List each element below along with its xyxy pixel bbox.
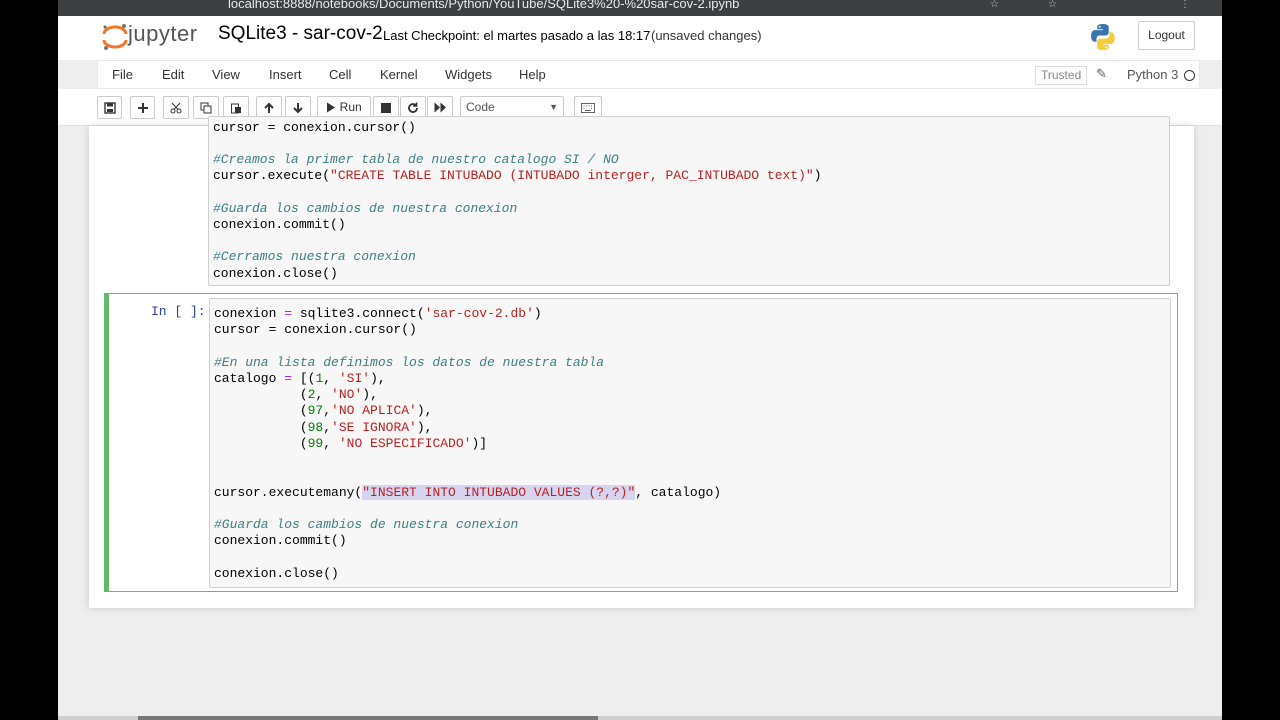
kernel-idle-indicator bbox=[1184, 70, 1195, 81]
menubar: File Edit View Insert Cell Kernel Widget… bbox=[97, 60, 1200, 89]
arrow-down-icon bbox=[293, 102, 303, 114]
trusted-badge[interactable]: Trusted bbox=[1035, 66, 1088, 85]
paste-icon bbox=[231, 103, 241, 114]
insert-cell-button[interactable] bbox=[130, 96, 155, 119]
code-line: (97,'NO APLICA'), bbox=[214, 403, 433, 418]
plus-icon bbox=[137, 102, 148, 113]
browser-viewport: localhost:8888/notebooks/Documents/Pytho… bbox=[58, 0, 1222, 720]
cell-type-value: Code bbox=[466, 100, 495, 114]
python-logo-icon bbox=[1091, 24, 1115, 50]
code-comment-line: #Cerramos nuestra conexion bbox=[213, 249, 416, 264]
code-line: catalogo = [(1, 'SI'), bbox=[214, 371, 386, 386]
cut-button[interactable] bbox=[163, 96, 189, 119]
save-icon bbox=[103, 102, 116, 114]
stop-icon bbox=[381, 102, 391, 113]
restart-icon bbox=[408, 102, 418, 113]
input-prompt: In [ ]: bbox=[151, 304, 206, 319]
code-line: cursor.execute("CREATE TABLE INTUBADO (I… bbox=[213, 168, 822, 183]
code-line: conexion.close() bbox=[214, 566, 339, 581]
code-comment-line: #En una lista definimos los datos de nue… bbox=[214, 355, 605, 370]
star-icon[interactable]: ☆ bbox=[1048, 0, 1060, 10]
menu-help[interactable]: Help bbox=[519, 67, 546, 82]
keyboard-icon bbox=[581, 102, 595, 113]
code-cell-input[interactable]: conexion = sqlite3.connect('sar-cov-2.db… bbox=[209, 298, 1171, 588]
code-line: cursor = conexion.cursor() bbox=[213, 120, 416, 135]
jupyter-logo-text: jupyter bbox=[128, 21, 198, 46]
share-icon[interactable]: ☆ bbox=[990, 0, 1002, 10]
code-comment-line: #Guarda los cambios de nuestra conexion bbox=[213, 201, 518, 216]
code-line: (99, 'NO ESPECIFICADO')] bbox=[214, 436, 488, 451]
menu-cell[interactable]: Cell bbox=[329, 67, 351, 82]
save-button[interactable] bbox=[97, 96, 122, 119]
notebook-title[interactable]: SQLite3 - sar-cov-2 bbox=[218, 23, 383, 45]
code-line: conexion = sqlite3.connect('sar-cov-2.db… bbox=[214, 306, 542, 321]
code-comment-line: #Creamos la primer tabla de nuestro cata… bbox=[213, 152, 619, 167]
copy-icon bbox=[200, 102, 212, 114]
code-line: conexion.close() bbox=[213, 266, 338, 281]
autosave-status: (unsaved changes) bbox=[651, 28, 762, 43]
menu-widgets[interactable]: Widgets bbox=[445, 67, 492, 82]
arrow-up-icon bbox=[264, 102, 274, 113]
pencil-icon[interactable]: ✎ bbox=[1096, 66, 1107, 82]
browser-address-bar[interactable]: localhost:8888/notebooks/Documents/Pytho… bbox=[58, 0, 1222, 16]
code-line: conexion.commit() bbox=[213, 217, 346, 232]
checkpoint-status: Last Checkpoint: el martes pasado a las … bbox=[383, 28, 651, 43]
cut-icon bbox=[170, 102, 182, 114]
code-line: cursor.executemany("INSERT INTO INTUBADO… bbox=[214, 485, 722, 500]
run-button-label: Run bbox=[339, 100, 362, 114]
menu-insert[interactable]: Insert bbox=[269, 67, 302, 82]
code-line: cursor = conexion.cursor() bbox=[214, 322, 417, 337]
notebook-header: jupyter SQLite3 - sar-cov-2 Last Checkpo… bbox=[58, 16, 1222, 60]
jupyter-logo-icon bbox=[102, 24, 128, 50]
play-icon bbox=[327, 102, 336, 113]
logout-button[interactable]: Logout bbox=[1138, 21, 1195, 50]
menu-edit[interactable]: Edit bbox=[162, 67, 184, 82]
menu-icon[interactable]: ⋮ bbox=[1180, 0, 1192, 10]
kernel-name: Python 3 bbox=[1127, 67, 1179, 82]
menu-file[interactable]: File bbox=[112, 67, 133, 82]
code-line: (98,'SE IGNORA'), bbox=[214, 420, 433, 435]
menu-view[interactable]: View bbox=[212, 67, 240, 82]
code-cell-input[interactable]: cursor = conexion.cursor() #Creamos la p… bbox=[208, 116, 1170, 286]
url-text[interactable]: localhost:8888/notebooks/Documents/Pytho… bbox=[228, 0, 739, 11]
code-comment-line: #Guarda los cambios de nuestra conexion bbox=[214, 517, 519, 532]
menu-kernel[interactable]: Kernel bbox=[380, 67, 418, 82]
code-line: (2, 'NO'), bbox=[214, 387, 378, 402]
code-cell-selected[interactable]: In [ ]: conexion = sqlite3.connect('sar-… bbox=[104, 293, 1178, 592]
chevron-down-icon: ▼ bbox=[549, 102, 558, 112]
scrollbar-thumb[interactable] bbox=[138, 716, 598, 720]
selected-cell-indicator bbox=[104, 293, 109, 592]
code-line: conexion.commit() bbox=[214, 533, 347, 548]
notebook-container: cursor = conexion.cursor() #Creamos la p… bbox=[89, 116, 1194, 608]
fast-forward-icon bbox=[434, 102, 446, 113]
